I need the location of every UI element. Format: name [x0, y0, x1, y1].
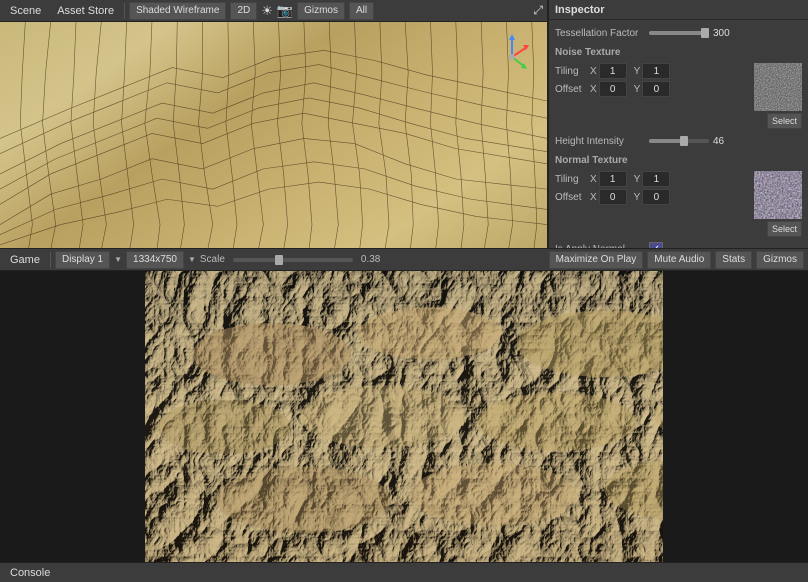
stats-btn[interactable]: Stats — [715, 251, 752, 269]
noise-tiling-y-value[interactable]: 1 — [642, 63, 670, 79]
noise-offset-y-value[interactable]: 0 — [642, 81, 670, 97]
normal-tiling-x-field: X 1 — [590, 171, 627, 187]
normal-offset-x-field: X 0 — [590, 189, 627, 205]
scene-viewport — [0, 22, 547, 248]
scene-panel: Scene Asset Store Shaded Wireframe 2D ☀ … — [0, 0, 548, 248]
all-btn[interactable]: All — [349, 2, 374, 20]
normal-offset-x-value[interactable]: 0 — [599, 189, 627, 205]
noise-select-btn[interactable]: Select — [767, 113, 802, 129]
scene-maximize-icon[interactable]: ⤢ — [533, 3, 543, 18]
scale-slider[interactable] — [233, 258, 353, 262]
scene-background — [0, 22, 547, 248]
noise-tiling-y-axis: Y — [634, 66, 641, 77]
tessellation-value: 300 — [713, 28, 737, 39]
game-right-border — [663, 271, 808, 562]
height-intensity-label: Height Intensity — [555, 136, 645, 147]
tessellation-slider-container: 300 — [649, 28, 802, 39]
normal-offset-y-axis: Y — [634, 192, 641, 203]
height-intensity-slider[interactable] — [649, 139, 709, 143]
normal-offset-x-axis: X — [590, 192, 597, 203]
noise-tiling-label: Tiling — [555, 66, 587, 77]
bottom-bar: Console — [0, 562, 808, 582]
noise-texture-section: Tiling X 1 Y 1 Offset X — [555, 63, 802, 129]
noise-offset-y-field: Y 0 — [634, 81, 671, 97]
display-btn[interactable]: Display 1 — [55, 251, 110, 269]
toolbar-separator — [124, 3, 125, 19]
console-tab-label[interactable]: Console — [4, 567, 56, 579]
toolbar-right: Maximize On Play Mute Audio Stats Gizmos — [549, 251, 804, 269]
scale-thumb — [275, 255, 283, 265]
normal-select-btn[interactable]: Select — [767, 221, 802, 237]
noise-offset-x-axis: X — [590, 84, 597, 95]
camera-icon[interactable]: 📷 — [277, 3, 293, 19]
normal-offset-row: Offset X 0 Y 0 — [555, 189, 750, 205]
game-section: Game Display 1 ▼ 1334x750 ▼ Scale 0.38 M… — [0, 248, 808, 562]
wireframe-overlay — [0, 22, 547, 248]
tessellation-label: Tessellation Factor — [555, 28, 645, 39]
normal-tiling-row: Tiling X 1 Y 1 — [555, 171, 750, 187]
sun-icon[interactable]: ☀ — [261, 3, 273, 19]
height-intensity-row: Height Intensity 46 — [555, 132, 802, 150]
noise-tiling-row: Tiling X 1 Y 1 — [555, 63, 750, 79]
projection-btn[interactable]: 2D — [230, 2, 257, 20]
gizmos-game-btn[interactable]: Gizmos — [756, 251, 804, 269]
normal-offset-y-field: Y 0 — [634, 189, 671, 205]
tessellation-slider[interactable] — [649, 31, 709, 35]
noise-offset-x-value[interactable]: 0 — [599, 81, 627, 97]
normal-tiling-x-axis: X — [590, 174, 597, 185]
normal-texture-label: Normal Texture — [555, 153, 802, 168]
inspector-title: Inspector — [555, 4, 605, 16]
normal-tiling-label: Tiling — [555, 174, 587, 185]
game-toolbar: Game Display 1 ▼ 1334x750 ▼ Scale 0.38 M… — [0, 249, 808, 271]
noise-texture-label: Noise Texture — [555, 45, 802, 60]
noise-offset-x-field: X 0 — [590, 81, 627, 97]
resolution-dropdown-arrow: ▼ — [188, 255, 196, 264]
gizmos-scene-btn[interactable]: Gizmos — [297, 2, 345, 20]
noise-offset-row: Offset X 0 Y 0 — [555, 81, 750, 97]
normal-texture-section: Tiling X 1 Y 1 Offset X — [555, 171, 802, 237]
tessellation-row: Tessellation Factor 300 — [555, 24, 802, 42]
display-dropdown-arrow: ▼ — [114, 255, 122, 264]
noise-tiling-y-field: Y 1 — [634, 63, 671, 79]
noise-tiling-x-axis: X — [590, 66, 597, 77]
asset-store-tab-label[interactable]: Asset Store — [51, 5, 120, 17]
noise-tiling-x-value[interactable]: 1 — [599, 63, 627, 79]
shading-mode-btn[interactable]: Shaded Wireframe — [129, 2, 226, 20]
noise-texture-preview — [754, 63, 802, 111]
scene-gizmo — [487, 32, 537, 82]
noise-offset-y-axis: Y — [634, 84, 641, 95]
noise-tiling-x-field: X 1 — [590, 63, 627, 79]
noise-offset-label: Offset — [555, 84, 587, 95]
maximize-on-play-btn[interactable]: Maximize On Play — [549, 251, 644, 269]
is-apply-normal-row: Is Apply Normal ✓ — [555, 240, 802, 248]
game-tab-label[interactable]: Game — [4, 254, 46, 266]
normal-tiling-y-field: Y 1 — [634, 171, 671, 187]
normal-offset-y-value[interactable]: 0 — [642, 189, 670, 205]
inspector-body: Tessellation Factor 300 Noise Texture Ti… — [549, 20, 808, 248]
normal-offset-label: Offset — [555, 192, 587, 203]
scale-label: Scale — [200, 254, 225, 265]
normal-tiling-y-axis: Y — [634, 174, 641, 185]
scene-toolbar: Scene Asset Store Shaded Wireframe 2D ☀ … — [0, 0, 547, 22]
normal-tiling-x-value[interactable]: 1 — [599, 171, 627, 187]
height-intensity-slider-container: 46 — [649, 136, 802, 147]
scale-value: 0.38 — [361, 254, 380, 265]
mute-audio-btn[interactable]: Mute Audio — [647, 251, 711, 269]
scene-tab-label[interactable]: Scene — [4, 5, 47, 17]
normal-tiling-y-value[interactable]: 1 — [642, 171, 670, 187]
normal-texture-preview — [754, 171, 802, 219]
game-viewport — [0, 271, 808, 562]
game-toolbar-separator — [50, 252, 51, 268]
height-intensity-value: 46 — [713, 136, 737, 147]
game-left-border — [0, 271, 145, 562]
inspector-header: Inspector — [549, 0, 808, 20]
inspector-panel: Inspector Tessellation Factor 300 Noise … — [548, 0, 808, 248]
resolution-btn[interactable]: 1334x750 — [126, 251, 184, 269]
